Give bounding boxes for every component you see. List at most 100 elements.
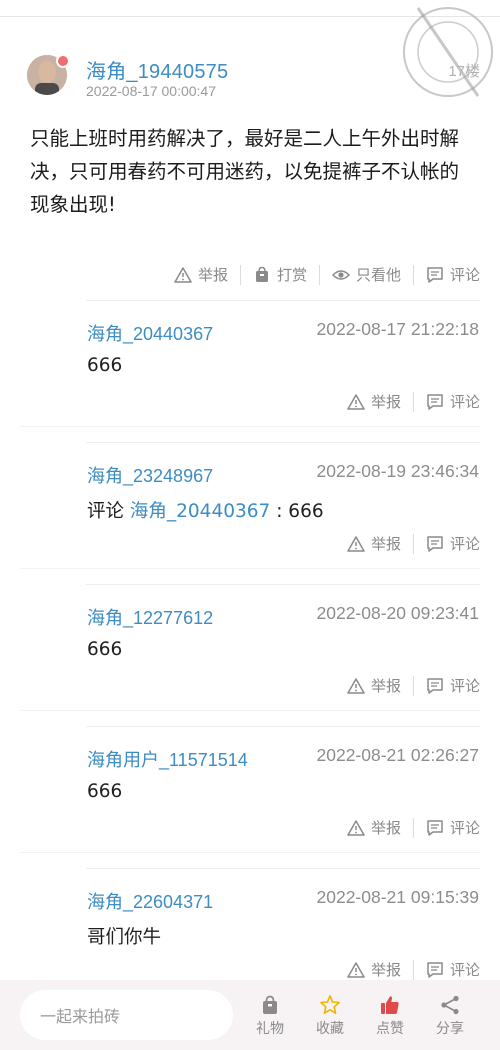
reply-text: 666	[87, 355, 123, 376]
comment-icon	[426, 677, 444, 695]
reward-label: 打赏	[276, 266, 307, 284]
comment-button[interactable]: 评论	[426, 817, 480, 838]
report-label: 举报	[370, 535, 401, 553]
reply-actions: 举报 评论	[347, 675, 480, 696]
comment-button[interactable]: 评论	[426, 533, 480, 554]
report-button[interactable]: 举报	[347, 959, 401, 980]
post-content: 只能上班时用药解决了，最好是二人上午外出时解决，只可用春药不可用迷药，以免提裤子…	[30, 127, 460, 216]
share-button[interactable]: 分享	[425, 994, 475, 1038]
report-label: 举报	[370, 961, 401, 979]
divider	[412, 533, 414, 554]
reply-username[interactable]: 海角_22604371	[87, 888, 213, 914]
floor-number: 17楼	[448, 63, 480, 80]
report-button[interactable]: 举报	[347, 391, 401, 412]
gift-bag-icon	[253, 266, 271, 284]
favorite-button[interactable]: 收藏	[305, 994, 355, 1038]
section-divider	[20, 710, 480, 711]
report-button[interactable]: 举报	[174, 264, 228, 285]
gift-label: 礼物	[256, 1021, 284, 1037]
reply-item: 海角_20440367 2022-08-17 21:22:18 666 举报 评论	[0, 300, 500, 430]
comment-icon	[426, 266, 444, 284]
reply-prefix: 评论	[87, 501, 130, 522]
divider	[318, 264, 320, 285]
warning-icon	[347, 677, 365, 695]
post-time: 2022-08-17 00:00:47	[86, 83, 216, 99]
reply-text-tail: : 666	[270, 501, 324, 522]
only-him-button[interactable]: 只看他	[331, 264, 401, 285]
gift-button[interactable]: 礼物	[245, 994, 295, 1038]
watermark-stamp	[403, 7, 493, 97]
divider	[239, 264, 241, 285]
reply-time: 2022-08-19 23:46:34	[316, 461, 480, 481]
comment-label: 评论	[449, 266, 480, 284]
share-icon	[439, 994, 461, 1016]
reply-text: 哥们你牛	[87, 927, 162, 948]
report-label: 举报	[370, 677, 401, 695]
reply-username[interactable]: 海角_20440367	[87, 320, 213, 346]
comment-icon	[426, 393, 444, 411]
warning-icon	[347, 961, 365, 979]
eye-icon	[331, 266, 350, 284]
reply-mention[interactable]: 海角_20440367	[130, 501, 270, 522]
section-divider	[20, 852, 480, 853]
reply-divider	[86, 584, 480, 585]
like-label: 点赞	[376, 1021, 404, 1037]
reply-item: 海角_23248967 2022-08-19 23:46:34 评论 海角_2044…	[0, 442, 500, 572]
like-button[interactable]: 点赞	[365, 994, 415, 1038]
comment-button[interactable]: 评论	[426, 959, 480, 980]
reply-time: 2022-08-21 09:15:39	[316, 887, 480, 907]
comment-icon	[426, 535, 444, 553]
reply-item: 海角_12277612 2022-08-20 09:23:41 666 举报 评论	[0, 584, 500, 714]
reply-content: 评论 海角_20440367 : 666	[87, 497, 324, 523]
divider	[412, 959, 414, 980]
divider	[412, 817, 414, 838]
post-author[interactable]: 海角_19440575	[86, 55, 228, 84]
report-button[interactable]: 举报	[347, 675, 401, 696]
reply-username[interactable]: 海角_23248967	[87, 462, 213, 488]
comment-button[interactable]: 评论	[426, 264, 480, 285]
star-icon	[319, 994, 341, 1016]
warning-icon	[347, 535, 365, 553]
report-button[interactable]: 举报	[347, 817, 401, 838]
reply-divider	[86, 868, 480, 869]
comment-button[interactable]: 评论	[426, 675, 480, 696]
reply-text: 666	[87, 781, 123, 802]
reply-item: 海角_22604371 2022-08-21 09:15:39 哥们你牛举报 评论	[0, 868, 500, 998]
reward-button[interactable]: 打赏	[253, 264, 307, 285]
reply-username[interactable]: 海角用户_11571514	[87, 746, 248, 772]
reply-content: 666	[87, 639, 122, 660]
divider	[412, 675, 414, 696]
warning-icon	[174, 266, 192, 284]
reply-actions: 举报 评论	[347, 391, 480, 412]
only-him-label: 只看他	[355, 266, 401, 284]
reply-actions: 举报 评论	[347, 817, 480, 838]
divider	[412, 391, 414, 412]
reply-content: 666	[87, 781, 122, 802]
gift-bag-icon	[259, 994, 281, 1016]
reply-content: 哥们你牛	[87, 923, 161, 949]
warning-icon	[347, 819, 365, 837]
comment-button[interactable]: 评论	[426, 391, 480, 412]
reply-item: 海角用户_11571514 2022-08-21 02:26:27 666 举报 评论	[0, 726, 500, 856]
reply-divider	[86, 300, 480, 301]
report-label: 举报	[197, 266, 228, 284]
reply-time: 2022-08-17 21:22:18	[316, 319, 480, 339]
comment-label: 评论	[449, 677, 480, 695]
section-divider	[20, 568, 480, 569]
comment-input[interactable]: 一起来拍砖	[20, 990, 233, 1040]
report-label: 举报	[370, 819, 401, 837]
post-actions: 举报 打赏 只看他 评论	[174, 264, 480, 285]
reply-username[interactable]: 海角_12277612	[87, 604, 213, 630]
divider	[412, 264, 414, 285]
reply-time: 2022-08-21 02:26:27	[316, 745, 480, 765]
share-label: 分享	[436, 1021, 464, 1037]
comment-icon	[426, 819, 444, 837]
comment-label: 评论	[449, 393, 480, 411]
comment-label: 评论	[449, 535, 480, 553]
reply-content: 666	[87, 355, 122, 376]
comment-label: 评论	[449, 961, 480, 979]
comment-label: 评论	[449, 819, 480, 837]
reply-divider	[86, 726, 480, 727]
reply-actions: 举报 评论	[347, 959, 480, 980]
report-button[interactable]: 举报	[347, 533, 401, 554]
